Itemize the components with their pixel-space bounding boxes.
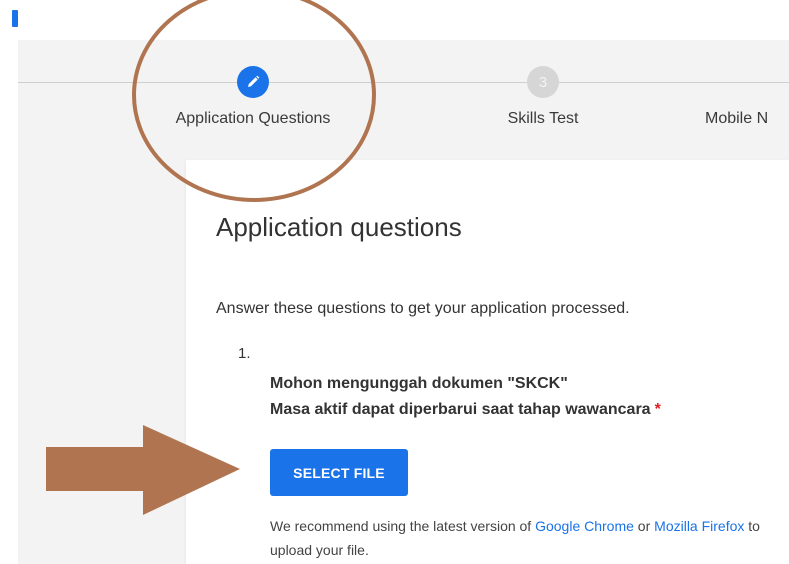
recommend-prefix: We recommend using the latest version of: [270, 518, 536, 534]
browser-recommendation: We recommend using the latest version of…: [270, 514, 789, 562]
pencil-icon: [248, 75, 260, 87]
step-label: Application Questions: [175, 110, 331, 127]
step-circle-inactive: 3: [527, 66, 559, 98]
question-text: Mohon mengunggah dokumen "SKCK" Masa akt…: [270, 371, 661, 423]
step-circle-active: [237, 66, 269, 98]
step-label: Mobile N: [705, 110, 769, 127]
step-label: Skills Test: [507, 110, 579, 127]
top-strip: [0, 0, 789, 40]
recommend-or: or: [633, 518, 655, 534]
question-line-1: Mohon mengunggah dokumen "SKCK": [270, 375, 568, 392]
select-file-button[interactable]: SELECT FILE: [270, 449, 408, 496]
step-mobile[interactable]: Mobile N: [705, 66, 789, 128]
step-application-questions[interactable]: Application Questions: [143, 66, 363, 128]
mozilla-firefox-link[interactable]: Mozilla Firefox: [654, 518, 744, 534]
question-number: 1.: [238, 345, 251, 362]
card-title: Application questions: [216, 212, 462, 242]
required-marker: *: [654, 401, 661, 418]
question-line-2-text: Masa aktif dapat diperbarui saat tahap w…: [270, 401, 651, 418]
card-intro: Answer these questions to get your appli…: [216, 300, 630, 317]
question-line-2: Masa aktif dapat diperbarui saat tahap w…: [270, 397, 661, 423]
google-chrome-link[interactable]: Google Chrome: [535, 518, 634, 534]
step-skills-test[interactable]: 3 Skills Test: [433, 66, 653, 128]
logo-fragment: [12, 10, 18, 27]
stepper-line: [18, 82, 789, 83]
questions-card: Application questions Answer these quest…: [186, 160, 789, 564]
step-circle-hidden: [705, 66, 789, 98]
